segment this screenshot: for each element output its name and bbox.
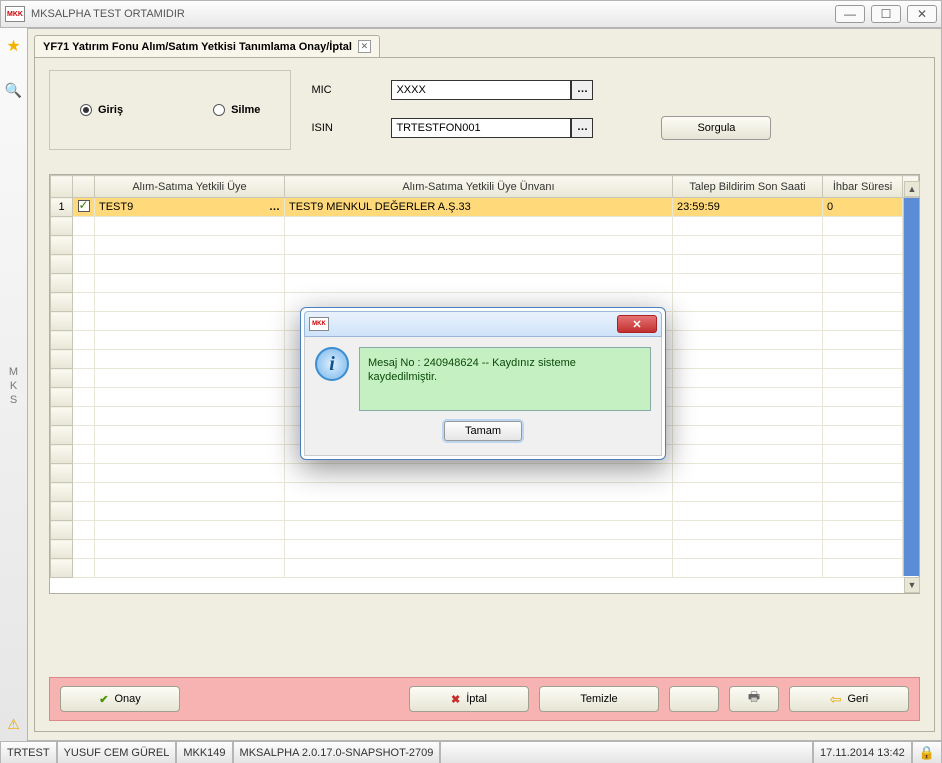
radio-silme[interactable]: Silme	[213, 91, 260, 129]
isin-lookup-button[interactable]: …	[571, 118, 593, 138]
table-row[interactable]: 1 TEST9… TEST9 MENKUL DEĞERLER A.Ş.33 23…	[51, 198, 919, 217]
scroll-down-icon[interactable]: ▼	[904, 577, 920, 593]
iptal-label: İptal	[466, 693, 487, 705]
grid-scrollbar[interactable]: ▲ ▼	[903, 198, 919, 576]
temizle-label: Temizle	[580, 693, 617, 705]
radio-silme-label: Silme	[231, 104, 260, 116]
status-bar: TRTEST YUSUF CEM GÜREL MKK149 MKSALPHA 2…	[0, 741, 942, 763]
onay-button[interactable]: ✔ Onay	[60, 686, 180, 712]
search-icon[interactable]: 🔍	[5, 82, 22, 99]
window-titlebar: MKK MKSALPHA TEST ORTAMIDIR — ☐ ✕	[0, 0, 942, 28]
empty-button[interactable]	[669, 686, 719, 712]
print-button[interactable]: 🖶	[729, 686, 779, 712]
col-ihbar[interactable]: İhbar Süresi	[823, 176, 903, 198]
criteria-panel: Giriş Silme MIC … ISIN … Sorgula	[49, 70, 920, 150]
back-arrow-icon: ⇦	[830, 691, 842, 708]
status-datetime: 17.11.2014 13:42	[813, 742, 912, 763]
table-row[interactable]	[51, 521, 919, 540]
temizle-button[interactable]: Temizle	[539, 686, 659, 712]
mks-vertical-label: MKS	[9, 365, 18, 407]
col-saat[interactable]: Talep Bildirim Son Saati	[673, 176, 823, 198]
radio-giris-label: Giriş	[98, 104, 123, 116]
left-rail: ★ 🔍 MKS ⚠	[0, 28, 28, 741]
cell-uye: TEST9…	[95, 198, 285, 217]
table-row[interactable]	[51, 236, 919, 255]
mic-input[interactable]	[391, 80, 571, 100]
table-row[interactable]	[51, 217, 919, 236]
geri-button[interactable]: ⇦ Geri	[789, 686, 909, 712]
window-title: MKSALPHA TEST ORTAMIDIR	[31, 8, 185, 20]
mic-lookup-button[interactable]: …	[571, 80, 593, 100]
status-user: YUSUF CEM GÜREL	[57, 742, 177, 763]
radio-icon	[80, 104, 92, 116]
mic-label: MIC	[311, 84, 391, 96]
cell-saat: 23:59:59	[673, 198, 823, 217]
scroll-up-icon[interactable]: ▲	[904, 181, 920, 197]
dialog-titlebar[interactable]: MKK ✕	[304, 311, 662, 337]
col-unvan[interactable]: Alım-Satıma Yetkili Üye Ünvanı	[285, 176, 673, 198]
check-icon: ✔	[99, 693, 108, 706]
row-checkbox[interactable]	[78, 200, 90, 212]
radio-icon	[213, 104, 225, 116]
printer-icon: 🖶	[748, 688, 760, 710]
close-button[interactable]: ✕	[907, 5, 937, 23]
geri-label: Geri	[847, 693, 868, 705]
warning-icon[interactable]: ⚠	[7, 716, 20, 733]
grid-header-row: Alım-Satıma Yetkili Üye Alım-Satıma Yetk…	[51, 176, 919, 198]
table-row[interactable]	[51, 255, 919, 274]
radio-giris[interactable]: Giriş	[80, 91, 123, 129]
isin-label: ISIN	[311, 122, 391, 134]
isin-input[interactable]	[391, 118, 571, 138]
dialog-message: Mesaj No : 240948624 -- Kaydınız sisteme…	[359, 347, 651, 411]
table-row[interactable]	[51, 559, 919, 578]
info-dialog: MKK ✕ i Mesaj No : 240948624 -- Kaydınız…	[300, 307, 666, 460]
app-logo: MKK	[5, 6, 25, 22]
dialog-logo: MKK	[309, 317, 329, 331]
col-uye[interactable]: Alım-Satıma Yetkili Üye	[95, 176, 285, 198]
favorites-icon[interactable]: ★	[6, 36, 20, 56]
table-row[interactable]	[51, 502, 919, 521]
status-lock: 🔒	[912, 742, 942, 763]
tab-label: YF71 Yatırım Fonu Alım/Satım Yetkisi Tan…	[43, 41, 352, 53]
dialog-close-button[interactable]: ✕	[617, 315, 657, 333]
status-mkk: MKK149	[176, 742, 232, 763]
col-rownum[interactable]	[51, 176, 73, 198]
table-row[interactable]	[51, 483, 919, 502]
maximize-button[interactable]: ☐	[871, 5, 901, 23]
table-row[interactable]	[51, 540, 919, 559]
dialog-ok-button[interactable]: Tamam	[444, 421, 522, 441]
scroll-thumb[interactable]	[904, 198, 919, 576]
sorgula-button[interactable]: Sorgula	[661, 116, 771, 140]
lock-icon: 🔒	[919, 745, 935, 761]
status-trtest: TRTEST	[0, 742, 57, 763]
row-number: 1	[51, 198, 73, 217]
minimize-button[interactable]: —	[835, 5, 865, 23]
status-spacer	[440, 742, 813, 763]
action-bar: ✔ Onay ✖ İptal Temizle 🖶 ⇦ Geri	[49, 677, 920, 721]
table-row[interactable]	[51, 274, 919, 293]
onay-label: Onay	[114, 693, 140, 705]
status-version: MKSALPHA 2.0.17.0-SNAPSHOT-2709	[233, 742, 441, 763]
table-row[interactable]	[51, 464, 919, 483]
col-check[interactable]	[73, 176, 95, 198]
mode-group: Giriş Silme	[49, 70, 291, 150]
info-icon: i	[315, 347, 349, 381]
tab-close-icon[interactable]: ✕	[358, 40, 371, 53]
iptal-button[interactable]: ✖ İptal	[409, 686, 529, 712]
cell-ihbar: 0	[823, 198, 903, 217]
cell-unvan: TEST9 MENKUL DEĞERLER A.Ş.33	[285, 198, 673, 217]
cancel-icon: ✖	[451, 693, 460, 706]
tab-yf71[interactable]: YF71 Yatırım Fonu Alım/Satım Yetkisi Tan…	[34, 35, 380, 57]
